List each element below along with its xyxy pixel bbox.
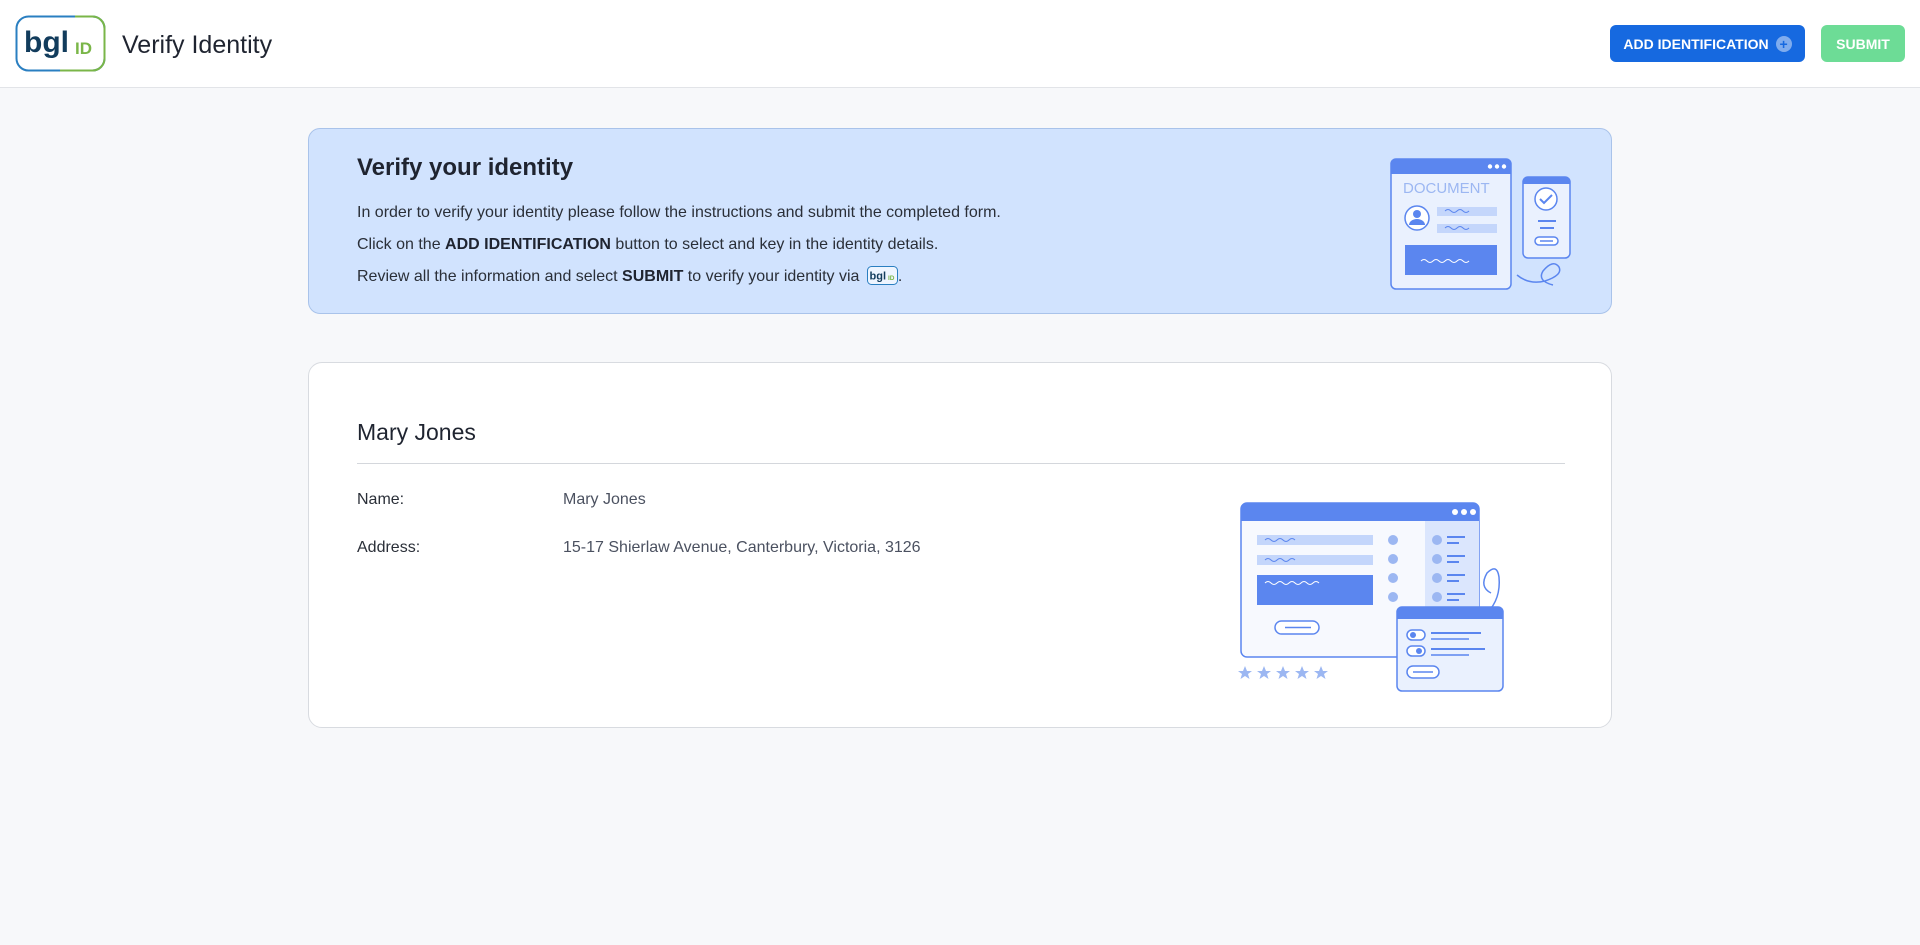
svg-text:bgl: bgl	[24, 26, 69, 59]
app-header: bgl ID Verify Identity ADD IDENTIFICATIO…	[0, 0, 1920, 88]
page-title: Verify Identity	[122, 31, 273, 59]
add-identification-button[interactable]: ADD IDENTIFICATION +	[1610, 25, 1805, 62]
instruction-text: Click on the	[357, 236, 446, 253]
name-label: Name:	[357, 491, 405, 508]
svg-text:ID: ID	[75, 39, 92, 58]
address-value: 15-17 Shierlaw Avenue, Canterbury, Victo…	[563, 539, 921, 556]
instruction-emphasis: ADD IDENTIFICATION	[445, 236, 611, 253]
instruction-text: .	[897, 268, 903, 285]
plus-circle-icon: +	[1775, 35, 1792, 52]
instruction-text: to verify your identity via	[683, 268, 864, 285]
instructions-banner: Verify your identity In order to verify …	[308, 128, 1612, 314]
address-label: Address:	[357, 539, 421, 556]
illustration-label: DOCUMENT	[1403, 180, 1490, 197]
submit-button[interactable]: SUBMIT	[1821, 25, 1905, 62]
form-illustration	[1238, 502, 1504, 692]
svg-text:bgl: bgl	[869, 271, 886, 283]
person-name-heading: Mary Jones	[357, 419, 476, 445]
instruction-emphasis: SUBMIT	[622, 268, 684, 285]
name-value: Mary Jones	[563, 491, 646, 508]
instruction-text: Review all the information and select	[357, 268, 623, 285]
instruction-line-2: Click on the ADD IDENTIFICATION button t…	[357, 234, 938, 256]
add-identification-label: ADD IDENTIFICATION	[1623, 35, 1769, 52]
instruction-text: button to select and key in the identity…	[610, 236, 939, 253]
instruction-line-3: Review all the information and select SU…	[357, 266, 902, 288]
banner-title: Verify your identity	[357, 154, 574, 181]
divider	[357, 463, 1565, 464]
bglid-logo[interactable]: bgl ID	[15, 15, 106, 72]
svg-text:ID: ID	[888, 275, 895, 282]
instruction-line-1: In order to verify your identity please …	[357, 204, 1001, 221]
document-illustration: DOCUMENT	[1390, 158, 1571, 290]
identity-card: Mary Jones Name: Mary Jones Address: 15-…	[308, 362, 1612, 728]
bglid-inline-logo: bgl ID	[866, 266, 898, 286]
